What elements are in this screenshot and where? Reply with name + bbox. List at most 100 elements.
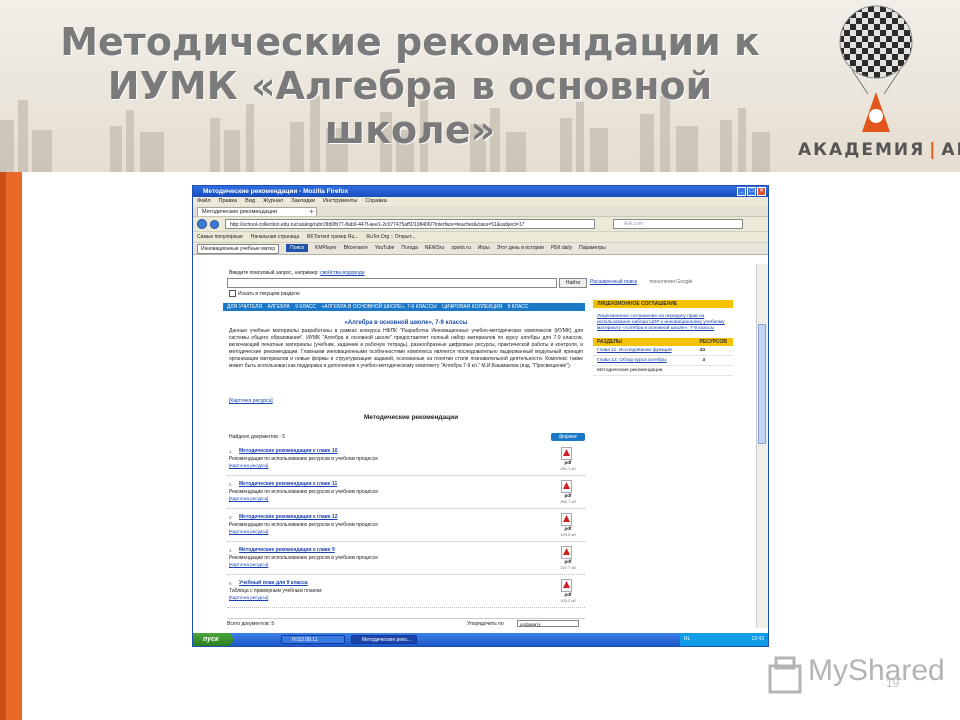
menu-edit[interactable]: Правка <box>219 197 238 206</box>
logo-text-left: АКАДЕМИЯ <box>798 140 926 160</box>
pdf-label: pdf <box>564 460 572 465</box>
toolbar-search-button[interactable]: Поиск <box>286 244 308 252</box>
pdf-size: 429.0 кб <box>560 532 576 537</box>
breadcrumb-item[interactable]: АЛГЕБРА <box>267 304 289 310</box>
advanced-search-link[interactable]: Расширенный поиск <box>590 279 637 285</box>
pdf-label: pdf <box>564 559 572 564</box>
menu-tools[interactable]: Инструменты <box>323 197 357 206</box>
taskbar-item[interactable]: H:\23.08.11 <box>281 635 345 644</box>
doc-description: Рекомендации по использованию ресурсов в… <box>229 456 379 462</box>
minimize-button[interactable]: _ <box>737 187 746 196</box>
pdf-label: pdf <box>564 493 572 498</box>
doc-card-link[interactable]: [Карточка ресурса] <box>229 562 268 567</box>
url-bar[interactable]: http://school-collection.edu.ru/catalog/… <box>225 219 595 229</box>
bookmark-item[interactable]: BKTorrent трекер Ru... <box>307 232 358 242</box>
checkbox[interactable] <box>229 290 236 297</box>
menu-view[interactable]: Вид <box>245 197 255 206</box>
tab-active[interactable]: Методические рекомендации <box>197 207 317 216</box>
menu-help[interactable]: Справка <box>365 197 387 206</box>
slide-title: Методические рекомендации к ИУМК «Алгебр… <box>40 20 780 152</box>
doc-card-link[interactable]: [Карточка ресурса] <box>229 463 268 468</box>
system-tray: RL 12:43 <box>680 633 768 646</box>
search-section-checkbox-row[interactable]: Искать в текущем разделе <box>229 290 300 297</box>
breadcrumb-item[interactable]: ЦИФРОВАЯ КОЛЛЕКЦИЯ <box>442 304 502 310</box>
pdf-download[interactable]: pdf 261.1 кб <box>551 447 585 473</box>
menu-bookmarks[interactable]: Закладки <box>291 197 315 206</box>
toolbar-item[interactable]: YouTube <box>375 243 395 254</box>
bookmark-item[interactable]: Начальная страница <box>251 232 299 242</box>
site-search-input[interactable] <box>227 278 557 288</box>
maximize-button[interactable]: □ <box>747 187 756 196</box>
doc-number: 5 <box>229 581 232 586</box>
list-footer: Всего документов: 5 Упорядочить по алфав… <box>227 618 585 628</box>
toolbar-item[interactable]: ВКонтакте <box>344 243 368 254</box>
watermark-text: MyShared <box>808 654 945 687</box>
license-heading: ЛИЦЕНЗИОННОЕ СОГЛАШЕНИЕ <box>593 300 733 308</box>
bookmark-item[interactable]: Самые популярные <box>197 232 243 242</box>
search-prompt: Введите поисковый запрос, например: свой… <box>229 270 365 276</box>
toolbar-item[interactable]: РБК daily <box>551 243 572 254</box>
doc-card-link[interactable]: [Карточка ресурса] <box>229 529 268 534</box>
bookmarks-bar: Самые популярные Начальная страница BKTo… <box>193 231 768 242</box>
back-button[interactable] <box>197 219 207 229</box>
toolbar-select[interactable]: Инновационные учебные матер <box>197 244 280 254</box>
window-titlebar: Методические рекомендации - Mozilla Fire… <box>193 186 768 197</box>
toolbar-item[interactable]: NEWSru <box>425 243 444 254</box>
sidebar-item-label[interactable]: Глава 11. Исследование функций <box>597 348 672 353</box>
menu-file[interactable]: Файл <box>197 197 211 206</box>
pdf-download[interactable]: pdf 429.0 кб <box>551 513 585 539</box>
toolbar-item[interactable]: Игры <box>478 243 490 254</box>
toolbar-item[interactable]: Погода <box>401 243 417 254</box>
doc-number: 1 <box>229 449 232 454</box>
breadcrumb-item[interactable]: 9 КЛАСС <box>508 304 529 310</box>
sort-select[interactable]: алфавиту <box>517 620 579 627</box>
sidebar-item[interactable]: Глава 11. Исследование функций 43 <box>593 346 733 356</box>
sidebar-item-count: 3 <box>702 358 705 363</box>
toolbar-item[interactable]: KMPlayer <box>315 243 337 254</box>
addon-toolbar: Инновационные учебные матер Поиск KMPlay… <box>193 242 768 255</box>
breadcrumb: ДЛЯ УЧИТЕЛЯ АЛГЕБРА 9 КЛАСС «АЛГЕБРА В О… <box>223 303 585 311</box>
start-button[interactable]: пуск <box>193 633 233 646</box>
close-button[interactable]: × <box>757 187 766 196</box>
bookmark-item[interactable]: RuTor.Org :: Открыт... <box>366 232 415 242</box>
search-example-link[interactable]: свойства водорода <box>320 270 364 276</box>
doc-title-link[interactable]: Методические рекомендации к главе 10 <box>239 448 338 454</box>
breadcrumb-item[interactable]: «АЛГЕБРА В ОСНОВНОЙ ШКОЛЕ», 7-9 КЛАССЫ <box>321 304 436 310</box>
slide-header: Методические рекомендации к ИУМК «Алгебр… <box>0 0 960 172</box>
toolbar-item[interactable]: Параметры <box>579 243 606 254</box>
sidebar-item[interactable]: Глава 12. Обзор курса алгебры 3 <box>593 356 733 366</box>
resources-label: РЕСУРСОВ <box>699 339 727 345</box>
window-title: Методические рекомендации - Mozilla Fire… <box>203 188 349 195</box>
doc-title-link[interactable]: Учебный план для 9 класса <box>239 580 308 586</box>
menu-history[interactable]: Журнал <box>263 197 283 206</box>
language-indicator[interactable]: RL <box>684 636 690 642</box>
taskbar-item[interactable]: Методические реко... <box>351 635 417 644</box>
doc-title-link[interactable]: Методические рекомендации к главе 12 <box>239 514 338 520</box>
pdf-download[interactable]: pdf 103.2 кб <box>551 579 585 605</box>
doc-title-link[interactable]: Методические рекомендации к главе 9 <box>239 547 335 553</box>
forward-button[interactable] <box>210 220 219 229</box>
doc-card-link[interactable]: [Карточка ресурса] <box>229 595 268 600</box>
breadcrumb-item[interactable]: ДЛЯ УЧИТЕЛЯ <box>227 304 262 310</box>
scrollbar-thumb[interactable] <box>758 324 766 444</box>
resource-card-link[interactable]: [Карточка ресурса] <box>229 398 273 404</box>
pdf-download[interactable]: pdf 257.7 кб <box>551 546 585 572</box>
tab-bar: Методические рекомендации + <box>193 206 768 217</box>
pdf-download[interactable]: pdf 392.7 кб <box>551 480 585 506</box>
browser-search-box[interactable]: Ask.com <box>613 219 743 229</box>
toolbar-item[interactable]: sports.ru <box>451 243 470 254</box>
sidebar-item-label: Методические рекомендации <box>597 368 663 373</box>
sidebar-item[interactable]: Методические рекомендации <box>593 366 733 376</box>
pdf-icon <box>561 546 572 559</box>
doc-card-link[interactable]: [Карточка ресурса] <box>229 496 268 501</box>
find-button[interactable]: Найти <box>559 278 587 288</box>
breadcrumb-item[interactable]: 9 КЛАСС <box>295 304 316 310</box>
vertical-scrollbar[interactable] <box>756 264 768 628</box>
sidebar-item-label[interactable]: Глава 12. Обзор курса алгебры <box>597 358 667 363</box>
new-tab-button[interactable]: + <box>309 207 314 216</box>
doc-title-link[interactable]: Методические рекомендации к главе 11 <box>239 481 337 487</box>
checkbox-label: Искать в текущем разделе <box>238 290 300 297</box>
windows-taskbar: пуск H:\23.08.11 Методические реко... RL… <box>193 633 768 646</box>
toolbar-item[interactable]: Этот день в истории <box>497 243 544 254</box>
license-link[interactable]: Лицензионное соглашение на передачу прав… <box>593 308 733 338</box>
